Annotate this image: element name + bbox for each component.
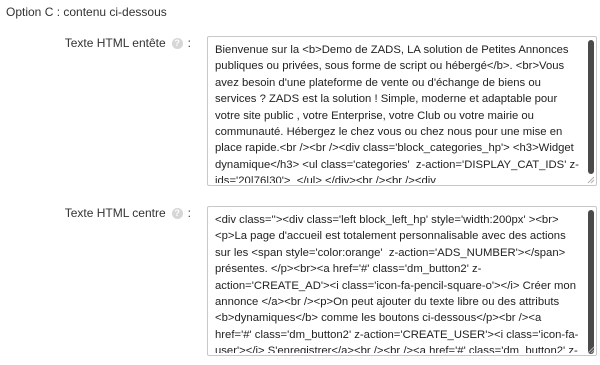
field-label-center-html: Texte HTML centre [64,206,166,220]
field-label-header-html: Texte HTML entête [64,36,166,50]
field-label-container: Texte HTML centre ? : [65,206,191,220]
center-html-scrollbar[interactable] [588,210,594,354]
header-html-scrollbar[interactable] [588,40,594,174]
resize-grip-icon[interactable] [586,175,595,184]
field-label-colon: : [187,36,191,50]
section-title: Option C : contenu ci-dessous [6,5,167,19]
field-label-container: Texte HTML entête ? : [65,36,191,50]
center-html-textarea-text[interactable]: <div class=''><div class='left block_lef… [215,212,580,353]
question-circle-icon[interactable]: ? [171,37,183,49]
header-html-textarea-text[interactable]: Bienvenue sur la <b>Demo de ZADS, LA sol… [215,42,580,183]
field-label-colon: : [187,206,191,220]
question-circle-icon[interactable]: ? [171,207,183,219]
resize-grip-icon[interactable] [586,345,595,354]
center-html-textarea[interactable]: <div class=''><div class='left block_lef… [207,206,597,356]
header-html-textarea[interactable]: Bienvenue sur la <b>Demo de ZADS, LA sol… [207,36,597,186]
field-row-header-html: Texte HTML entête ? : Bienvenue sur la <… [0,36,600,186]
field-row-center-html: Texte HTML centre ? : <div class=''><div… [0,206,600,356]
